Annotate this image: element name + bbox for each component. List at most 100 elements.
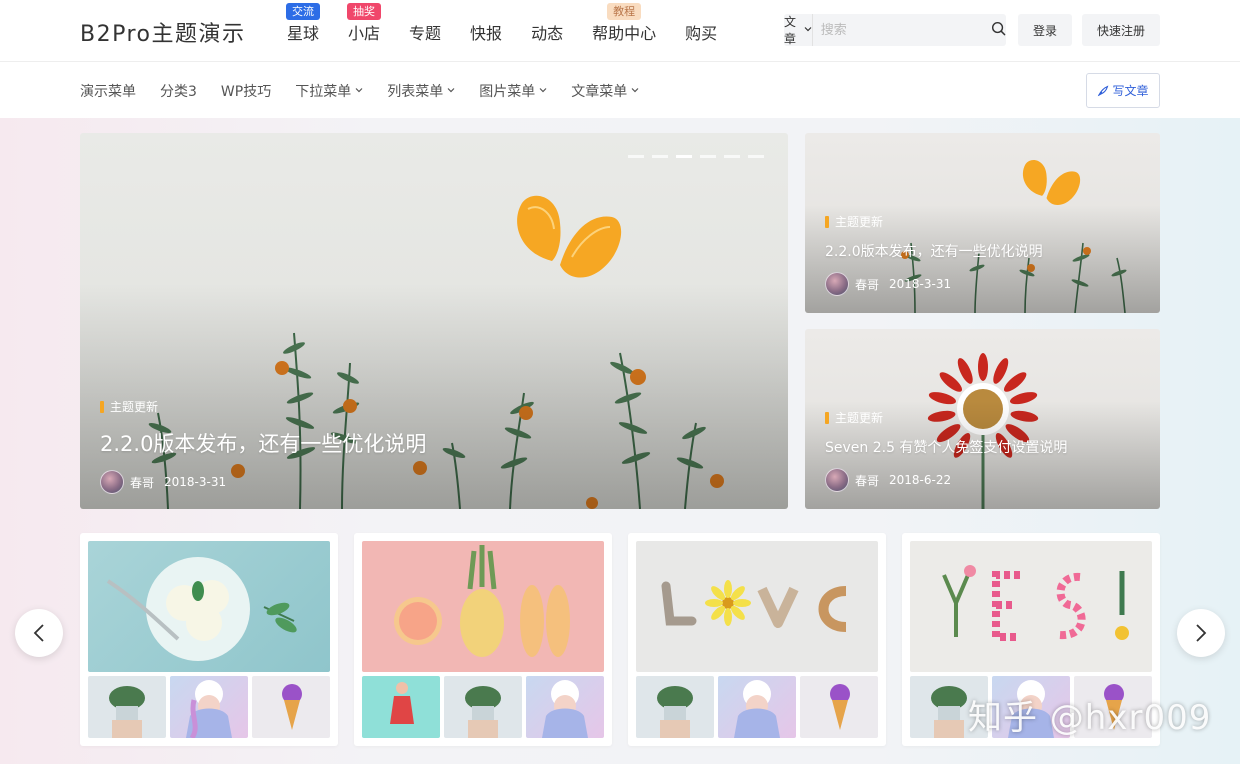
login-button[interactable]: 登录	[1018, 14, 1072, 46]
subnav-item-image-menu[interactable]: 图片菜单	[479, 81, 547, 101]
thumb-plant-pot[interactable]	[636, 676, 714, 738]
thumb-plant-pot[interactable]	[444, 676, 522, 738]
subnav-item-category3[interactable]: 分类3	[160, 81, 197, 101]
chevron-left-icon	[33, 623, 45, 643]
thumb-ice-cream-cone[interactable]	[800, 676, 878, 738]
sub-nav-bar: 演示菜单 分类3 WP技巧 下拉菜单 列表菜单 图片菜单 文章菜单 写文章	[0, 62, 1240, 118]
side-post-card[interactable]: 主题更新 Seven 2.5 有赞个人免签支付设置说明 春哥 2018-6-22	[805, 329, 1160, 509]
plant-pot-image	[657, 686, 693, 738]
slider-dot[interactable]	[700, 155, 716, 158]
hero-category[interactable]: 主题更新	[100, 398, 426, 415]
write-article-button[interactable]: 写文章	[1086, 73, 1160, 108]
slider-dot[interactable]	[748, 155, 764, 158]
subnav-item-dropdown-menu[interactable]: 下拉菜单	[295, 81, 363, 101]
nav-item-buy[interactable]: 购买	[685, 20, 717, 44]
side-post-title[interactable]: 2.2.0版本发布，还有一些优化说明	[825, 241, 1043, 261]
thumb-portrait[interactable]	[718, 676, 796, 738]
search-button[interactable]	[991, 14, 1006, 46]
love-letters-image	[661, 580, 847, 632]
gallery-main-image-yes[interactable]	[910, 541, 1152, 672]
carousel-prev-button[interactable]	[15, 609, 63, 657]
nav-label: 专题	[409, 24, 442, 43]
feather-pen-icon	[1097, 85, 1109, 97]
side-post-title[interactable]: Seven 2.5 有赞个人免签支付设置说明	[825, 437, 1067, 457]
subnav-item-demo-menu[interactable]: 演示菜单	[80, 81, 136, 101]
search-box: 文章	[784, 14, 1006, 46]
author-name[interactable]: 春哥	[855, 276, 879, 293]
hero-slide[interactable]: 主题更新 2.2.0版本发布，还有一些优化说明 春哥 2018-3-31	[80, 133, 788, 509]
plant-pot-image	[465, 686, 501, 738]
thumb-plant-pot[interactable]	[88, 676, 166, 738]
subnav-item-wp-tips[interactable]: WP技巧	[221, 81, 271, 101]
slider-dot-active[interactable]	[676, 155, 692, 158]
subnav-item-list-menu[interactable]: 列表菜单	[387, 81, 455, 101]
thumb-dancer[interactable]	[362, 676, 440, 738]
nav-item-activity[interactable]: 动态	[531, 20, 563, 44]
author-name[interactable]: 春哥	[855, 472, 879, 489]
search-type-select[interactable]: 文章	[784, 14, 813, 46]
chevron-down-icon	[539, 86, 547, 96]
author-name[interactable]: 春哥	[130, 474, 154, 491]
nav-item-help-center[interactable]: 教程 帮助中心	[592, 3, 657, 44]
ice-cream-bowl-image	[106, 557, 297, 661]
avatar[interactable]	[100, 470, 124, 494]
nav-label: 帮助中心	[592, 24, 657, 43]
post-date: 2018-3-31	[889, 277, 952, 291]
carousel-next-button[interactable]	[1177, 609, 1225, 657]
gallery-card[interactable]	[80, 533, 338, 746]
avatar[interactable]	[825, 272, 849, 296]
gallery-thumbs	[636, 676, 878, 738]
chevron-down-icon	[355, 86, 363, 96]
watermark: 知乎 @hxr009	[968, 698, 1212, 738]
nav-badge: 教程	[607, 3, 642, 20]
gallery-card[interactable]	[354, 533, 612, 746]
nav-label: 动态	[531, 24, 564, 43]
slider-dot[interactable]	[628, 155, 644, 158]
thumb-ice-cream-cone[interactable]	[252, 676, 330, 738]
gallery-main-image-love[interactable]	[636, 541, 878, 672]
gallery-thumbs	[88, 676, 330, 738]
side-post-meta: 春哥 2018-3-31	[825, 272, 1043, 296]
search-input[interactable]	[812, 14, 991, 46]
search-icon	[991, 21, 1006, 40]
subnav-label: 文章菜单	[571, 84, 628, 100]
subnav-label: 图片菜单	[479, 84, 536, 100]
write-article-label: 写文章	[1112, 84, 1149, 98]
side-post-category[interactable]: 主题更新	[825, 213, 1043, 230]
hero-title[interactable]: 2.2.0版本发布，还有一些优化说明	[100, 428, 426, 458]
side-post-meta: 春哥 2018-6-22	[825, 468, 1067, 492]
nav-label: 小店	[348, 24, 381, 43]
gallery-main-image-ice-cream[interactable]	[88, 541, 330, 672]
portrait-image	[186, 680, 232, 738]
site-logo[interactable]: B2Pro主题演示	[80, 16, 246, 48]
category-label: 主题更新	[110, 400, 159, 414]
side-post-info: 主题更新 Seven 2.5 有赞个人免签支付设置说明 春哥 2018-6-22	[825, 409, 1067, 492]
slider-dot[interactable]	[652, 155, 668, 158]
subnav-item-article-menu[interactable]: 文章菜单	[571, 81, 639, 101]
hero-meta: 春哥 2018-3-31	[100, 470, 426, 494]
nav-label: 购买	[685, 24, 718, 43]
slider-dots	[620, 155, 764, 158]
subnav-label: 分类3	[160, 84, 197, 100]
thumb-portrait[interactable]	[526, 676, 604, 738]
nav-item-xingqiu[interactable]: 交流 星球	[286, 3, 320, 44]
nav-label: 星球	[287, 24, 320, 43]
main-nav: 交流 星球 抽奖 小店 专题 快报 动态 教程 帮助中心 购买	[286, 3, 746, 44]
register-button[interactable]: 快速注册	[1082, 14, 1160, 46]
nav-item-shop[interactable]: 抽奖 小店	[347, 3, 382, 44]
avatar[interactable]	[825, 468, 849, 492]
nav-item-news[interactable]: 快报	[470, 20, 502, 44]
nav-badge: 抽奖	[347, 3, 382, 20]
thumb-portrait[interactable]	[170, 676, 248, 738]
nav-item-topics[interactable]: 专题	[409, 20, 441, 44]
yes-flowers-image	[942, 565, 1129, 641]
side-post-category[interactable]: 主题更新	[825, 409, 1067, 426]
slider-dot[interactable]	[724, 155, 740, 158]
category-bar	[825, 411, 829, 424]
subnav-label: WP技巧	[220, 84, 272, 100]
category-label: 主题更新	[835, 411, 884, 425]
gallery-main-image-fruit-shoes[interactable]	[362, 541, 604, 672]
ice-cream-cone-image	[282, 684, 302, 730]
gallery-card[interactable]	[628, 533, 886, 746]
side-post-card[interactable]: 主题更新 2.2.0版本发布，还有一些优化说明 春哥 2018-3-31	[805, 133, 1160, 313]
